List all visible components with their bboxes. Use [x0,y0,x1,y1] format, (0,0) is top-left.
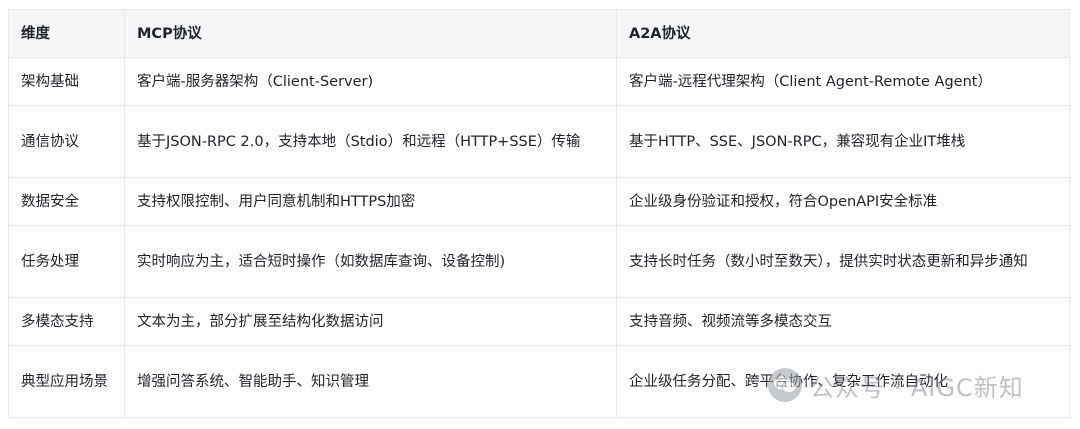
table-row: 典型应用场景 增强问答系统、智能助手、知识管理 企业级任务分配、跨平台协作、复杂… [8,345,1070,418]
header-dimension: 维度 [8,9,125,58]
row-a2a-cell: 企业级身份验证和授权，符合OpenAPI安全标准 [616,177,1070,226]
row-mcp-cell: 增强问答系统、智能助手、知识管理 [124,345,617,418]
table-row: 多模态支持 文本为主，部分扩展至结构化数据访问 支持音频、视频流等多模态交互 [8,297,1070,346]
row-a2a-cell: 客户端-远程代理架构（Client Agent-Remote Agent） [616,57,1070,106]
row-mcp-cell: 客户端-服务器架构（Client-Server) [124,57,617,106]
table-header-row: 维度 MCP协议 A2A协议 [8,9,1070,58]
table-row: 数据安全 支持权限控制、用户同意机制和HTTPS加密 企业级身份验证和授权，符合… [8,177,1070,226]
row-a2a-cell: 支持长时任务（数小时至数天），提供实时状态更新和异步通知 [616,225,1070,298]
comparison-table: 维度 MCP协议 A2A协议 架构基础 客户端-服务器架构（Client-Ser… [8,9,1070,418]
header-a2a: A2A协议 [616,9,1070,58]
row-mcp-cell: 实时响应为主，适合短时操作（如数据库查询、设备控制) [124,225,617,298]
row-mcp-cell: 支持权限控制、用户同意机制和HTTPS加密 [124,177,617,226]
row-a2a-cell: 支持音频、视频流等多模态交互 [616,297,1070,346]
table-row: 架构基础 客户端-服务器架构（Client-Server) 客户端-远程代理架构… [8,57,1070,106]
table-row: 通信协议 基于JSON-RPC 2.0，支持本地（Stdio）和远程（HTTP+… [8,105,1070,178]
header-mcp: MCP协议 [124,9,617,58]
row-dimension-cell: 任务处理 [8,225,125,298]
row-dimension-cell: 多模态支持 [8,297,125,346]
table-row: 任务处理 实时响应为主，适合短时操作（如数据库查询、设备控制) 支持长时任务（数… [8,225,1070,298]
row-dimension-cell: 典型应用场景 [8,345,125,418]
row-a2a-cell: 企业级任务分配、跨平台协作、复杂工作流自动化 [616,345,1070,418]
row-dimension-cell: 架构基础 [8,57,125,106]
row-mcp-cell: 文本为主，部分扩展至结构化数据访问 [124,297,617,346]
comparison-table-container: 维度 MCP协议 A2A协议 架构基础 客户端-服务器架构（Client-Ser… [8,9,1070,418]
row-mcp-cell: 基于JSON-RPC 2.0，支持本地（Stdio）和远程（HTTP+SSE）传… [124,105,617,178]
row-dimension-cell: 通信协议 [8,105,125,178]
row-dimension-cell: 数据安全 [8,177,125,226]
row-a2a-cell: 基于HTTP、SSE、JSON-RPC，兼容现有企业IT堆栈 [616,105,1070,178]
